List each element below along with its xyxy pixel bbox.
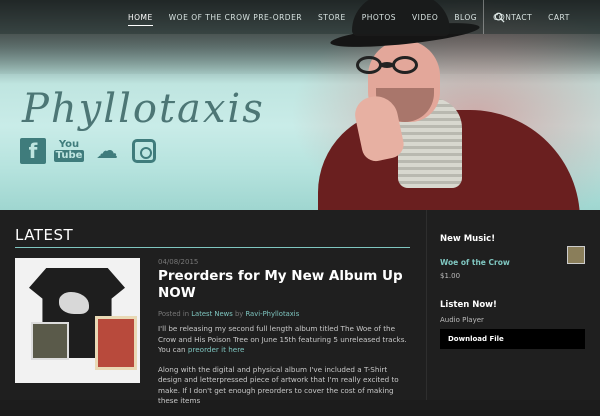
- preorder-link[interactable]: preorder it here: [188, 345, 245, 354]
- facebook-icon[interactable]: f: [20, 138, 46, 164]
- post-meta: Posted in Latest News by Ravi-Phyllotaxi…: [158, 310, 299, 318]
- search-button[interactable]: [484, 0, 514, 34]
- cd-image: [31, 322, 69, 360]
- nav-item-photos[interactable]: PHOTOS: [354, 13, 404, 22]
- main-column: LATEST 04/08/2015 Preorders for My New A…: [15, 226, 410, 405]
- section-title-latest: LATEST: [15, 226, 410, 248]
- hero-figure-glasses: [356, 56, 438, 76]
- hero-banner: Phyllotaxis f You Tube ☁ HOME WOE OF THE …: [0, 0, 600, 210]
- nav-item-preorder[interactable]: WOE OF THE CROW PRE-ORDER: [161, 13, 310, 22]
- widget-title-new-music: New Music!: [440, 234, 496, 244]
- nav-item-cart[interactable]: CART: [540, 13, 578, 22]
- hero-title: Phyllotaxis: [22, 86, 265, 132]
- product-item: Woe of the Crow $1.00: [440, 246, 585, 280]
- post-title-link[interactable]: Preorders for My New Album Up NOW: [158, 268, 408, 302]
- content-area: LATEST 04/08/2015 Preorders for My New A…: [0, 210, 600, 405]
- post-date: 04/08/2015: [158, 258, 199, 266]
- meta-posted-in: Posted in: [158, 310, 190, 318]
- post-paragraph-2: Along with the digital and physical albu…: [158, 364, 399, 406]
- sidebar: New Music! Woe of the Crow $1.00 Listen …: [440, 234, 585, 349]
- sidebar-divider: [426, 210, 427, 400]
- nav-item-video[interactable]: VIDEO: [404, 13, 446, 22]
- search-icon: [494, 12, 505, 23]
- post-thumbnail[interactable]: [15, 258, 140, 383]
- widget-title-listen: Listen Now!: [440, 300, 497, 310]
- nav-item-store[interactable]: STORE: [310, 13, 354, 22]
- post-paragraph-1: I'll be releasing my second full length …: [158, 324, 413, 356]
- top-navbar: HOME WOE OF THE CROW PRE-ORDER STORE PHO…: [0, 0, 600, 34]
- product-name-link[interactable]: Woe of the Crow: [440, 258, 510, 267]
- youtube-sub-label: Tube: [53, 150, 85, 162]
- meta-by: by: [234, 310, 244, 318]
- post-body: I'll be releasing my second full length …: [158, 324, 413, 416]
- product-price: $1.00: [440, 272, 461, 280]
- youtube-label: You: [58, 139, 80, 150]
- audio-player-label: Audio Player: [440, 316, 484, 324]
- category-link[interactable]: Latest News: [191, 310, 233, 318]
- download-file-button[interactable]: Download File: [440, 329, 585, 349]
- instagram-icon[interactable]: [132, 139, 156, 163]
- nav-item-blog[interactable]: BLOG: [446, 13, 485, 22]
- nav-item-home[interactable]: HOME: [120, 13, 161, 26]
- author-link[interactable]: Ravi-Phyllotaxis: [245, 310, 299, 318]
- print-image: [95, 316, 137, 370]
- listen-widget: Listen Now! Audio Player Download File: [440, 300, 585, 349]
- social-links: f You Tube ☁: [20, 138, 156, 164]
- youtube-icon[interactable]: You Tube: [53, 138, 85, 164]
- soundcloud-icon[interactable]: ☁: [92, 138, 122, 164]
- product-thumbnail[interactable]: [567, 246, 585, 264]
